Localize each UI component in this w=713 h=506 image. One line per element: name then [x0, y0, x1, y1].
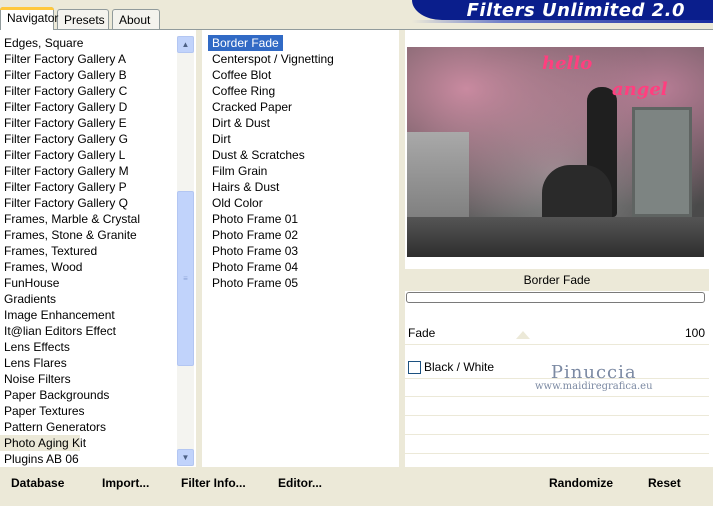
- app-title: Filters Unlimited 2.0: [466, 0, 685, 21]
- filter-item[interactable]: Film Grain: [208, 163, 398, 179]
- category-item[interactable]: Filter Factory Gallery D: [0, 99, 178, 115]
- fade-label: Fade: [408, 326, 436, 340]
- tab-navigator[interactable]: Navigator: [0, 7, 58, 30]
- category-item[interactable]: Filter Factory Gallery M: [0, 163, 178, 179]
- category-item[interactable]: Paper Textures: [0, 403, 178, 419]
- fade-slider[interactable]: Fade 100: [405, 323, 709, 345]
- reset-button[interactable]: Reset: [648, 476, 681, 490]
- grip-icon: ≡: [183, 274, 188, 283]
- category-item[interactable]: Filter Factory Gallery E: [0, 115, 178, 131]
- preview-image: hello angel: [407, 47, 704, 257]
- filter-item[interactable]: Centerspot / Vignetting: [208, 51, 398, 67]
- progress-bar: [406, 292, 705, 303]
- filter-item[interactable]: Border Fade: [208, 35, 398, 51]
- filter-item[interactable]: Photo Frame 05: [208, 275, 398, 291]
- filter-item[interactable]: Cracked Paper: [208, 99, 398, 115]
- category-item[interactable]: Lens Effects: [0, 339, 178, 355]
- navigator-panel: Edges, Square Filter Factory Gallery A Fil…: [0, 29, 713, 497]
- filter-item[interactable]: Photo Frame 01: [208, 211, 398, 227]
- preview-text: hello: [542, 53, 593, 74]
- filter-list[interactable]: Border Fade Centerspot / Vignetting Coffee…: [208, 35, 398, 467]
- category-item[interactable]: Gradients: [0, 291, 178, 307]
- bottom-toolbar: Database Import... Filter Info... Editor…: [0, 467, 713, 497]
- category-item[interactable]: Filter Factory Gallery Q: [0, 195, 178, 211]
- editor-button[interactable]: Editor...: [278, 476, 322, 490]
- category-item[interactable]: It@lian Editors Effect: [0, 323, 178, 339]
- param-row-empty: [405, 417, 709, 435]
- filter-info-button[interactable]: Filter Info...: [181, 476, 246, 490]
- category-item[interactable]: Pattern Generators: [0, 419, 178, 435]
- category-item[interactable]: Frames, Stone & Granite: [0, 227, 178, 243]
- filter-item[interactable]: Coffee Ring: [208, 83, 398, 99]
- tab-about[interactable]: About: [112, 9, 160, 29]
- preview-text: angel: [612, 79, 668, 100]
- category-item[interactable]: Filter Factory Gallery B: [0, 67, 178, 83]
- tab-strip: Navigator Presets About: [0, 7, 400, 30]
- category-item[interactable]: Lens Flares: [0, 355, 178, 371]
- category-item[interactable]: Frames, Marble & Crystal: [0, 211, 178, 227]
- scroll-thumb[interactable]: ≡: [177, 191, 194, 366]
- category-item[interactable]: Filter Factory Gallery L: [0, 147, 178, 163]
- preview-ground: [407, 217, 704, 257]
- category-scrollbar[interactable]: ▲ ≡ ▼: [177, 36, 194, 466]
- fade-slider-thumb[interactable]: [516, 331, 530, 339]
- param-row-empty: [405, 436, 709, 454]
- watermark-name: Pinuccia: [550, 362, 637, 383]
- randomize-button[interactable]: Randomize: [549, 476, 613, 490]
- filter-item[interactable]: Dirt & Dust: [208, 115, 398, 131]
- import-button[interactable]: Import...: [102, 476, 149, 490]
- tab-presets[interactable]: Presets: [57, 9, 109, 29]
- filter-item[interactable]: Dirt: [208, 131, 398, 147]
- category-item[interactable]: Plugins AB 06: [0, 451, 178, 467]
- category-list[interactable]: Edges, Square Filter Factory Gallery A Fil…: [0, 35, 178, 467]
- scroll-down-button[interactable]: ▼: [177, 449, 194, 466]
- chevron-down-icon: ▼: [181, 453, 190, 462]
- filter-item[interactable]: Hairs & Dust: [208, 179, 398, 195]
- category-item[interactable]: Paper Backgrounds: [0, 387, 178, 403]
- app-banner: Filters Unlimited 2.0: [412, 0, 713, 23]
- preview-door: [632, 107, 692, 217]
- category-item[interactable]: Photo Aging Kit: [0, 435, 86, 451]
- param-row-empty: [405, 398, 709, 416]
- category-item[interactable]: Filter Factory Gallery P: [0, 179, 178, 195]
- splitter[interactable]: [196, 30, 202, 467]
- filter-item[interactable]: Photo Frame 04: [208, 259, 398, 275]
- filter-item[interactable]: Dust & Scratches: [208, 147, 398, 163]
- category-item[interactable]: Filter Factory Gallery C: [0, 83, 178, 99]
- watermark: Pinuccia www.maidiregrafica.eu: [535, 362, 653, 392]
- filter-item[interactable]: Photo Frame 02: [208, 227, 398, 243]
- category-item[interactable]: Frames, Wood: [0, 259, 178, 275]
- black-white-label: Black / White: [424, 360, 495, 374]
- category-item[interactable]: Frames, Textured: [0, 243, 178, 259]
- filter-item[interactable]: Old Color: [208, 195, 398, 211]
- chevron-up-icon: ▲: [181, 40, 190, 49]
- preview-artwork: hello angel: [407, 47, 704, 257]
- category-item[interactable]: Noise Filters: [0, 371, 178, 387]
- selected-filter-name: Border Fade: [405, 269, 709, 291]
- filter-item-label: Border Fade: [208, 35, 283, 51]
- category-item[interactable]: Filter Factory Gallery A: [0, 51, 178, 67]
- database-button[interactable]: Database: [11, 476, 64, 490]
- category-item[interactable]: Filter Factory Gallery G: [0, 131, 178, 147]
- fade-value: 100: [684, 326, 705, 340]
- category-item[interactable]: Image Enhancement: [0, 307, 178, 323]
- filter-item[interactable]: Photo Frame 03: [208, 243, 398, 259]
- category-item[interactable]: Edges, Square: [0, 35, 178, 51]
- scroll-up-button[interactable]: ▲: [177, 36, 194, 53]
- category-item[interactable]: FunHouse: [0, 275, 178, 291]
- filter-item[interactable]: Coffee Blot: [208, 67, 398, 83]
- black-white-checkbox[interactable]: [408, 361, 421, 374]
- watermark-url: www.maidiregrafica.eu: [535, 381, 653, 392]
